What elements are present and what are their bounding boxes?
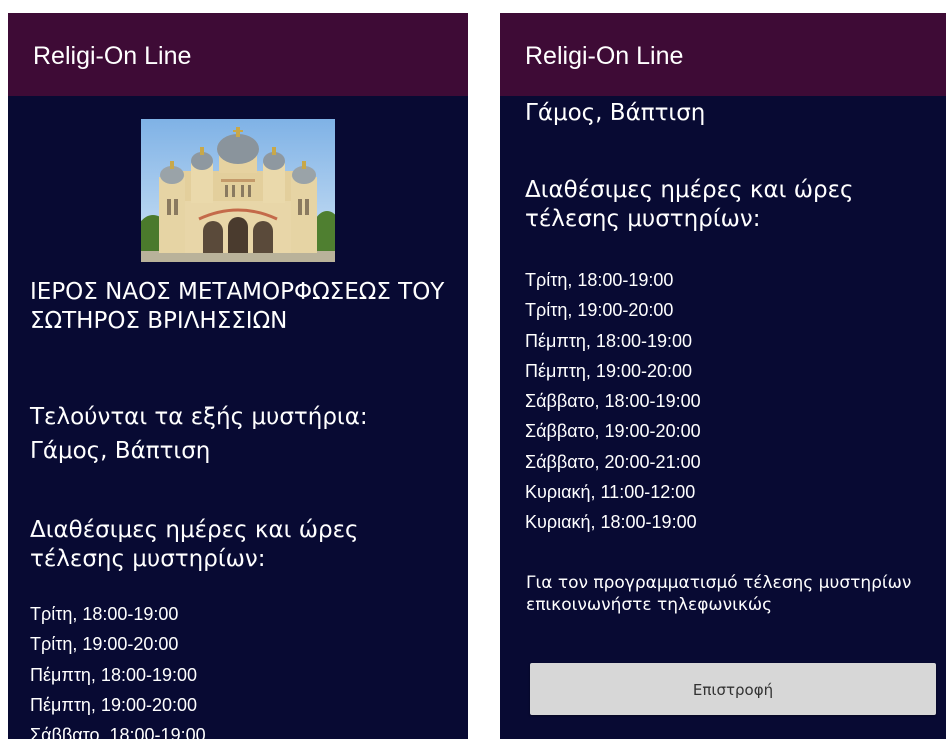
app-bar: Religi-On Line	[8, 13, 468, 96]
app-title: Religi-On Line	[525, 42, 684, 70]
list-item: Κυριακή, 18:00-19:00	[525, 512, 697, 533]
list-item: Πέμπτη, 19:00-20:00	[525, 360, 693, 381]
list-item: Πέμπτη, 18:00-19:00	[525, 330, 693, 351]
list-item: Τρίτη, 18:00-19:00	[525, 270, 674, 290]
church-photo-icon	[141, 119, 335, 262]
sacraments-heading: Τελούνται τα εξής μυστήρια:	[30, 404, 368, 430]
list-item: Τρίτη, 19:00-20:00	[525, 300, 674, 321]
list-item: Πέμπτη, 18:00-19:00	[30, 664, 198, 685]
list-item: Σάββατο, 18:00-19:00	[30, 725, 206, 739]
list-item: Κυριακή, 11:00-12:00	[525, 482, 696, 503]
church-name: ΙΕΡΟΣ ΝΑΟΣ ΜΕΤΑΜΟΡΦΩΣΕΩΣ ΤΟΥ ΣΩΤΗΡΟΣ ΒΡΙ…	[30, 279, 445, 334]
times-heading: Διαθέσιμες ημέρες και ώρες τέλεσης μυστη…	[525, 177, 854, 232]
contact-note: Για τον προγραμματισμό τέλεσης μυστηρίων…	[526, 573, 912, 615]
list-item: Πέμπτη, 19:00-20:00	[30, 694, 198, 715]
sacraments-value: Γάμος, Βάπτιση	[30, 438, 211, 464]
phone-screen-right: Religi-On Line Γάμος, Βάπτιση Διαθέσιμες…	[500, 13, 946, 739]
list-item: Σάββατο, 19:00-20:00	[525, 421, 701, 442]
app-bar: Religi-On Line	[500, 13, 946, 96]
times-heading: Διαθέσιμες ημέρες και ώρες τέλεσης μυστη…	[30, 517, 359, 572]
available-times-list: Τρίτη, 18:00-19:00 Τρίτη, 19:00-20:00 Πέ…	[525, 265, 701, 538]
church-details-scroll[interactable]: Γάμος, Βάπτιση Διαθέσιμες ημέρες και ώρε…	[500, 96, 946, 739]
church-details-scroll[interactable]: ΙΕΡΟΣ ΝΑΟΣ ΜΕΤΑΜΟΡΦΩΣΕΩΣ ΤΟΥ ΣΩΤΗΡΟΣ ΒΡΙ…	[8, 96, 468, 739]
back-button[interactable]: Επιστροφή	[530, 663, 936, 715]
list-item: Σάββατο, 20:00-21:00	[525, 451, 701, 472]
sacraments-value: Γάμος, Βάπτιση	[525, 100, 706, 126]
available-times-list: Τρίτη, 18:00-19:00 Τρίτη, 19:00-20:00 Πέ…	[30, 599, 206, 739]
list-item: Σάββατο, 18:00-19:00	[525, 391, 701, 412]
app-title: Religi-On Line	[33, 42, 192, 70]
list-item: Τρίτη, 18:00-19:00	[30, 604, 179, 624]
phone-screen-left: Religi-On Line ΙΕΡΟΣ ΝΑΟΣ ΜΕΤΑΜΟΡΦΩΣΕΩΣ …	[8, 13, 468, 739]
list-item: Τρίτη, 19:00-20:00	[30, 634, 179, 655]
